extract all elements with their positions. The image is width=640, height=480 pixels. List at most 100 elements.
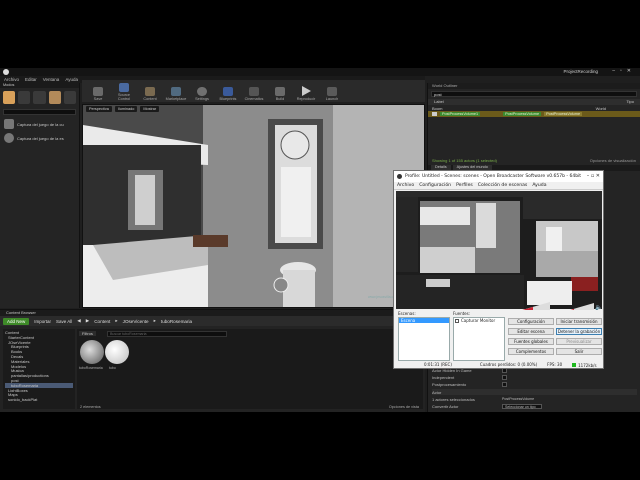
build-label: Build	[275, 97, 285, 101]
world-label: Boom	[432, 105, 443, 111]
outliner-row-postprocess[interactable]: PostProcessVolume1 PostProcessVolume Pos…	[428, 111, 640, 117]
stop-recording-button[interactable]: Detener la grabación	[556, 328, 602, 335]
sources-list[interactable]: Capturar Monitor	[453, 317, 505, 361]
crumb-tuborosemaria[interactable]: tuboRosemaria	[161, 319, 192, 324]
save-button[interactable]: Save	[86, 82, 110, 101]
save-all-button[interactable]: Save All	[56, 319, 72, 324]
outliner-tab[interactable]: World Outliner	[428, 83, 640, 89]
bitrate-value: 1172kb/s	[578, 362, 597, 368]
add-new-button[interactable]: Add New	[3, 317, 30, 325]
mode-item-capture-cube[interactable]: Captura del juego de la cu	[0, 117, 79, 131]
modes-search-input[interactable]	[3, 109, 76, 115]
geometry-mode-icon[interactable]	[63, 91, 77, 104]
content-browser-toolbar: Add New Importar Save All ◀ ▶ Content ▸ …	[0, 316, 425, 326]
source-control-button[interactable]: Source Control	[112, 82, 136, 101]
outliner-footer: Showing 1 of 155 actors (1 selected) Opc…	[432, 158, 636, 163]
lit-button[interactable]: Iluminado	[114, 106, 138, 112]
menu-ayuda[interactable]: Ayuda	[65, 77, 78, 82]
obs-menu-ayuda[interactable]: Ayuda	[532, 183, 546, 188]
blueprints-button[interactable]: Blueprints	[216, 82, 240, 101]
place-mode-icon[interactable]	[3, 91, 16, 104]
crumb-josevicente[interactable]: JOseVicente	[123, 319, 149, 324]
scene-item[interactable]: Escena	[399, 318, 449, 323]
build-button[interactable]: Build	[268, 82, 292, 101]
postprocess-label: PostProcessVolume1	[440, 112, 481, 116]
forward-arrow-icon[interactable]: ▶	[86, 318, 89, 324]
start-stream-button[interactable]: Iniciar transmisión	[556, 318, 602, 325]
details-row-convert: Convertir Actor Seleccionar un tipo	[432, 403, 637, 409]
preview-button[interactable]: Previsualizar	[556, 338, 602, 345]
convert-actor-dropdown[interactable]: Seleccionar un tipo	[502, 403, 542, 409]
source-item[interactable]: Capturar Monitor	[454, 318, 504, 323]
scenes-label: Escenas:	[398, 311, 416, 316]
crumb-content[interactable]: Content	[94, 319, 110, 324]
obs-window-controls[interactable]: – ▫ ✕	[587, 173, 600, 179]
edit-scene-button[interactable]: Editar escena	[508, 328, 554, 335]
details-row-postprocess: Postprocesamiento	[432, 381, 637, 387]
play-button[interactable]: Reproducir	[294, 82, 318, 101]
show-button[interactable]: Mostrar	[140, 106, 160, 112]
menu-archivo[interactable]: Archivo	[4, 77, 19, 82]
plugins-button[interactable]: Complementos	[508, 348, 554, 355]
title-bar: ProjectRecording –▫✕	[0, 68, 640, 76]
obs-menu-archivo[interactable]: Archivo	[397, 183, 414, 188]
cinematics-label: Cinematics	[244, 97, 264, 101]
obs-logo-icon	[397, 174, 402, 179]
filters-button[interactable]: Filtros	[79, 331, 96, 336]
recording-time: 0:01:31 (REC)	[424, 362, 452, 367]
global-sources-button[interactable]: Fuentes globales	[508, 338, 554, 345]
window-controls[interactable]: –▫✕	[612, 68, 636, 74]
mic-audio-meter: 🔈	[569, 303, 601, 310]
content-button[interactable]: Content	[138, 82, 162, 101]
source-visibility-checkbox[interactable]	[455, 318, 459, 323]
postprocess-type: PostProcessVolume	[503, 112, 542, 116]
settings-button[interactable]: Configuración	[508, 318, 554, 325]
main-toolbar: Save Source Control Content Marketplace …	[82, 80, 425, 102]
cinematics-button[interactable]: Cinematics	[242, 82, 266, 101]
launch-icon	[327, 87, 337, 96]
actor-value: PostProcessVolume	[502, 397, 535, 401]
outliner-search-input[interactable]: post	[431, 91, 637, 97]
launch-button[interactable]: Launch	[320, 82, 344, 101]
tree-item[interactable]: sonido_backPlat	[5, 397, 73, 402]
obs-menu-perfiles[interactable]: Perfiles	[456, 183, 473, 188]
outliner-view-options[interactable]: Opciones de visualización	[590, 158, 636, 163]
obs-menu-escenas[interactable]: Colección de escenas	[478, 183, 528, 188]
column-label[interactable]: Label	[434, 99, 444, 105]
source-control-icon	[119, 83, 129, 92]
mode-tabs	[0, 88, 79, 107]
mode-item-capture-sphere[interactable]: Captura del juego de la es	[0, 131, 79, 145]
obs-menu-configuracion[interactable]: Configuración	[419, 183, 451, 188]
settings-button[interactable]: Settings	[190, 82, 214, 101]
perspective-button[interactable]: Perspectiva	[86, 106, 112, 112]
column-type[interactable]: Tipo	[626, 99, 634, 105]
obs-window: Profile: Untitled - Scenes: scenes - Ope…	[393, 170, 604, 369]
asset-search-input[interactable]: Buscar tuboRosemaria	[107, 331, 227, 337]
marketplace-button[interactable]: Marketplace	[164, 82, 188, 101]
visibility-eye-icon[interactable]	[432, 112, 437, 116]
asset-thumbnail-tubo[interactable]	[105, 340, 129, 364]
independent-checkbox[interactable]	[502, 374, 507, 380]
save-label: Save	[93, 97, 103, 101]
asset-thumbnail-tuborosemaria[interactable]	[80, 340, 104, 364]
status-green-icon	[572, 363, 577, 367]
level-viewport[interactable]: Perspectiva Iluminado Mostrar www.jesusv…	[82, 104, 425, 308]
obs-preview[interactable]	[396, 191, 602, 309]
menu-editar[interactable]: Editar	[25, 77, 37, 82]
asset-view-options[interactable]: Opciones de vista	[389, 405, 419, 409]
details-section-actor[interactable]: Actor	[432, 389, 637, 395]
exit-button[interactable]: Salir	[556, 348, 602, 355]
asset-count: 2 elementos	[80, 405, 101, 409]
paint-mode-icon[interactable]	[18, 91, 31, 104]
foliage-mode-icon[interactable]	[48, 91, 61, 104]
import-button[interactable]: Importar	[34, 319, 51, 324]
scene-render	[83, 105, 424, 307]
capture-cube-icon	[4, 119, 14, 129]
menu-ventana[interactable]: Ventana	[43, 77, 60, 82]
postprocess-checkbox[interactable]	[502, 381, 507, 387]
back-arrow-icon[interactable]: ◀	[77, 318, 80, 324]
scenes-list[interactable]: Escena	[398, 317, 450, 361]
blueprints-icon	[223, 87, 233, 96]
folder-tree: Content StarterContent JOseVicente Bluep…	[3, 329, 75, 409]
landscape-mode-icon[interactable]	[33, 91, 46, 104]
